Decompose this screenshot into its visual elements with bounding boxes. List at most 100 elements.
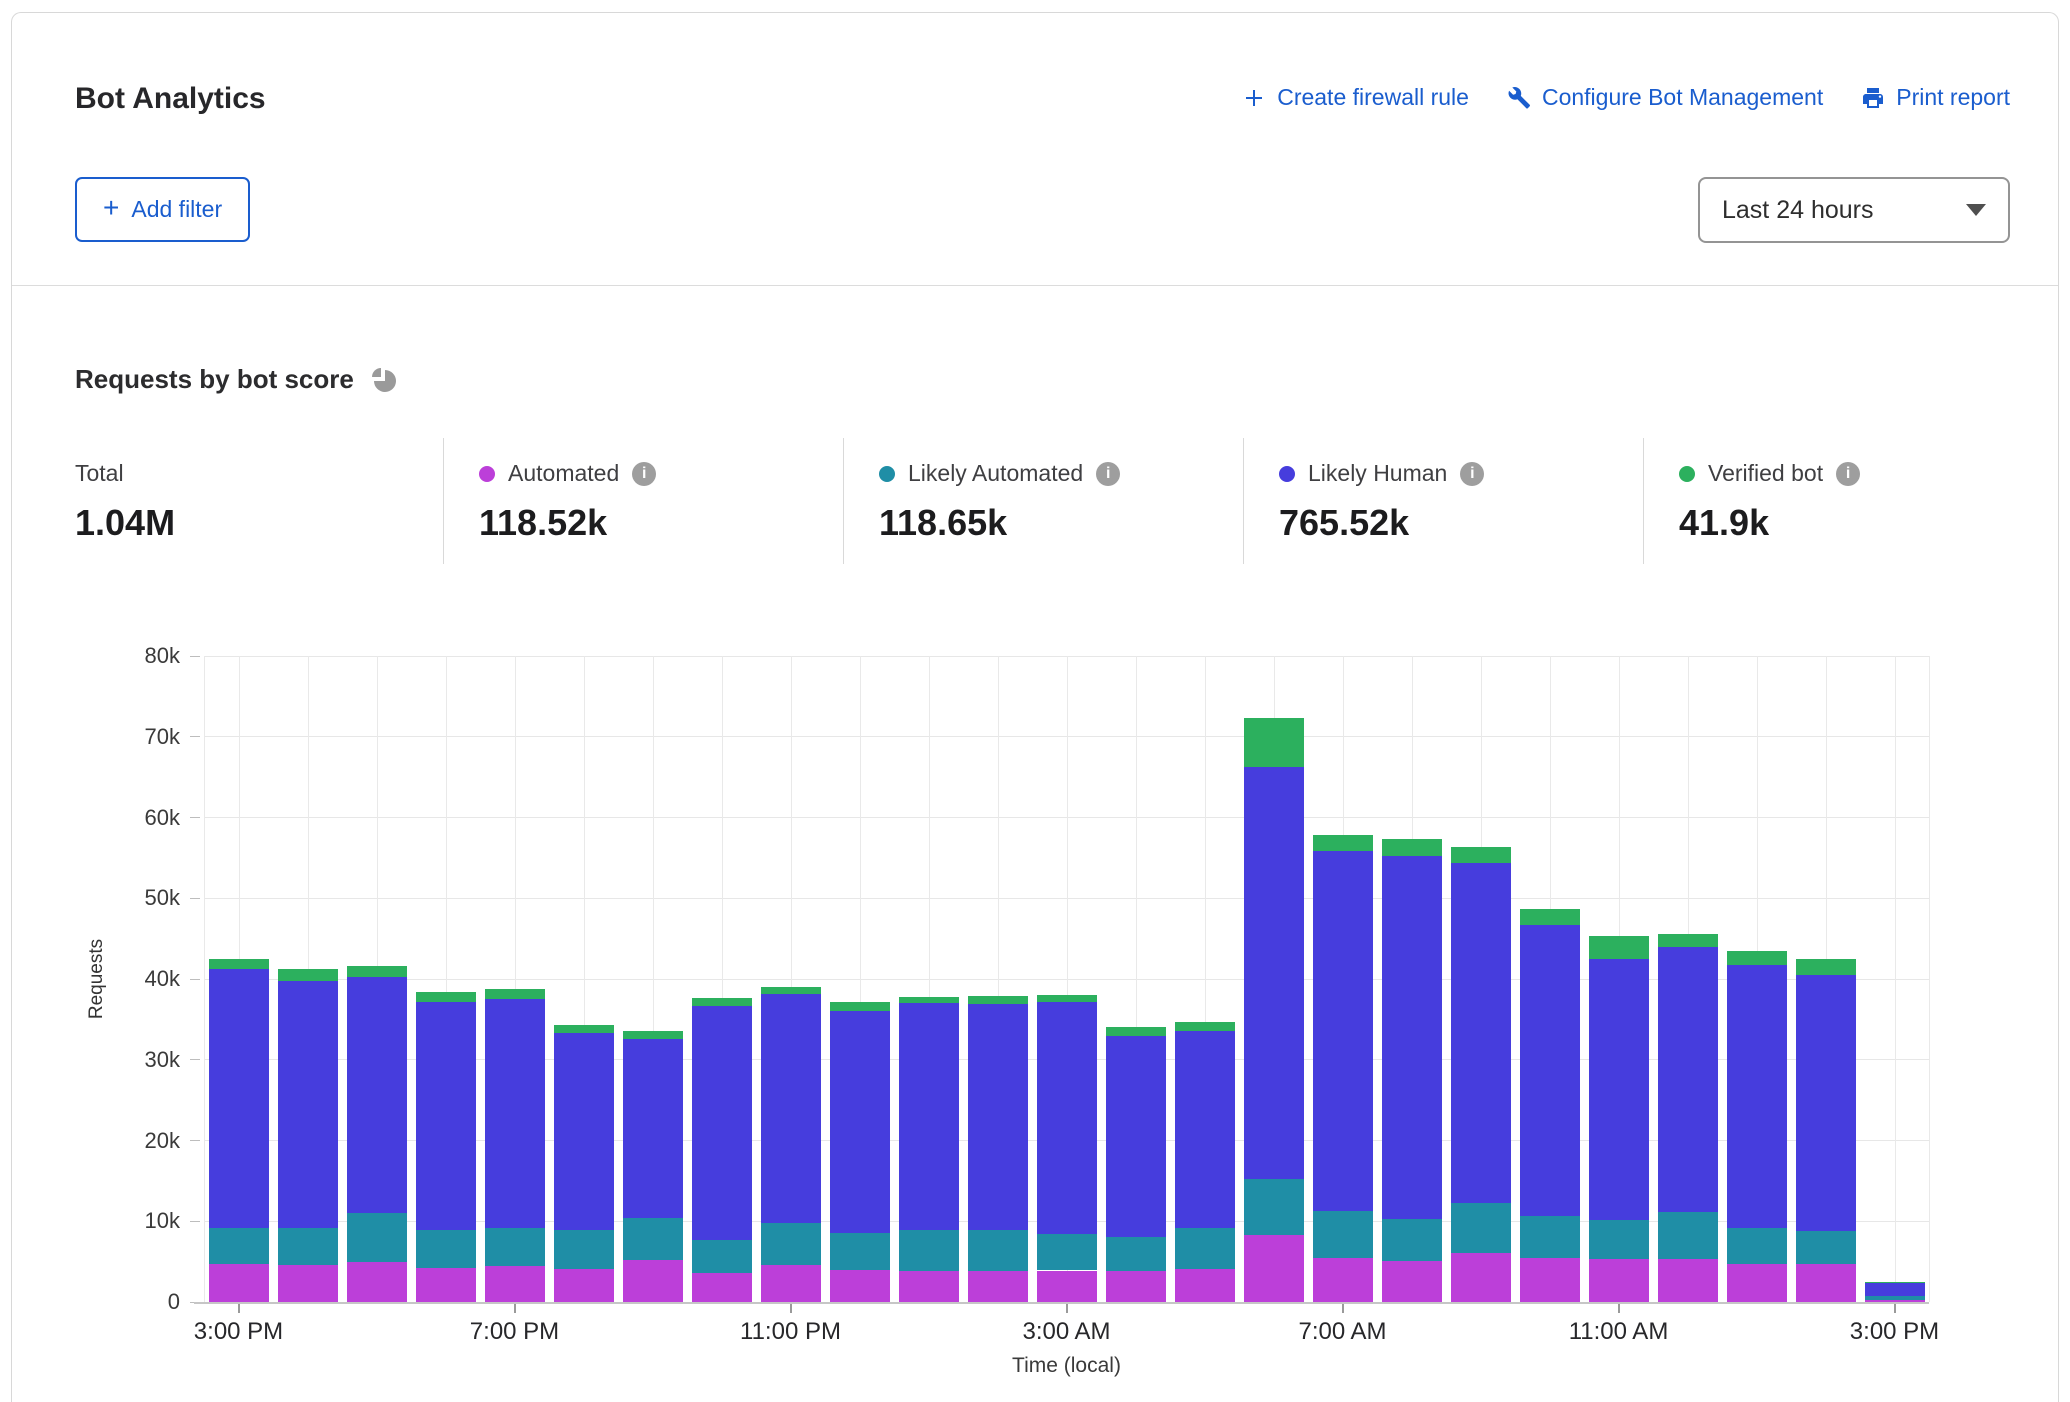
bar-segment-automated[interactable] (1037, 1271, 1097, 1302)
bar-segment-verified-bot[interactable] (209, 959, 269, 969)
bar-segment-likely-human[interactable] (1658, 947, 1718, 1213)
bar-segment-likely-human[interactable] (554, 1033, 614, 1230)
bar-segment-likely-automated[interactable] (1589, 1220, 1649, 1259)
bar-segment-automated[interactable] (1313, 1258, 1373, 1302)
bar-segment-verified-bot[interactable] (1865, 1282, 1925, 1283)
bar-segment-likely-automated[interactable] (209, 1228, 269, 1264)
bar-segment-automated[interactable] (1520, 1258, 1580, 1302)
bar-segment-verified-bot[interactable] (1106, 1027, 1166, 1037)
bar-segment-likely-human[interactable] (1589, 959, 1649, 1221)
bar-segment-likely-automated[interactable] (761, 1223, 821, 1265)
bar-segment-likely-human[interactable] (416, 1002, 476, 1231)
bar-segment-automated[interactable] (1589, 1259, 1649, 1302)
bar-segment-automated[interactable] (278, 1265, 338, 1302)
bar-segment-likely-automated[interactable] (692, 1240, 752, 1273)
bar-segment-likely-human[interactable] (485, 999, 545, 1228)
bar-segment-likely-human[interactable] (692, 1006, 752, 1239)
bar-segment-automated[interactable] (623, 1260, 683, 1302)
bar-segment-automated[interactable] (1244, 1235, 1304, 1302)
bar-segment-verified-bot[interactable] (968, 996, 1028, 1004)
bar-segment-verified-bot[interactable] (1727, 951, 1787, 966)
bar-segment-likely-automated[interactable] (1796, 1231, 1856, 1264)
bar-segment-likely-automated[interactable] (1244, 1179, 1304, 1235)
bar-segment-likely-human[interactable] (1520, 925, 1580, 1217)
bar-segment-likely-automated[interactable] (347, 1213, 407, 1262)
bar-segment-verified-bot[interactable] (1175, 1022, 1235, 1031)
bar-segment-automated[interactable] (554, 1269, 614, 1302)
bar-segment-verified-bot[interactable] (1658, 934, 1718, 947)
bar-segment-verified-bot[interactable] (554, 1025, 614, 1033)
bar-segment-likely-human[interactable] (899, 1003, 959, 1230)
bar-segment-automated[interactable] (1658, 1259, 1718, 1302)
bar-segment-likely-human[interactable] (1106, 1036, 1166, 1237)
bar-segment-automated[interactable] (1175, 1269, 1235, 1302)
bar-segment-likely-automated[interactable] (554, 1230, 614, 1269)
bar-segment-likely-human[interactable] (623, 1039, 683, 1218)
bar-segment-likely-human[interactable] (1313, 851, 1373, 1210)
bar-segment-likely-human[interactable] (1382, 856, 1442, 1219)
bar-segment-automated[interactable] (347, 1262, 407, 1302)
bar-segment-likely-automated[interactable] (830, 1233, 890, 1270)
bar-segment-likely-automated[interactable] (968, 1230, 1028, 1270)
y-tick-mark (190, 817, 200, 818)
bar-segment-verified-bot[interactable] (1313, 835, 1373, 851)
bar-segment-likely-human[interactable] (968, 1004, 1028, 1230)
bar-segment-automated[interactable] (899, 1271, 959, 1302)
bar-segment-likely-automated[interactable] (1313, 1211, 1373, 1258)
bar-segment-likely-automated[interactable] (1865, 1296, 1925, 1299)
bar-segment-verified-bot[interactable] (347, 966, 407, 977)
bar-segment-verified-bot[interactable] (830, 1002, 890, 1012)
bar-segment-likely-automated[interactable] (1520, 1216, 1580, 1257)
bar-segment-automated[interactable] (1382, 1261, 1442, 1302)
bar-segment-likely-automated[interactable] (1106, 1237, 1166, 1271)
bar-segment-automated[interactable] (209, 1264, 269, 1302)
bar-segment-verified-bot[interactable] (692, 998, 752, 1006)
bar-segment-verified-bot[interactable] (485, 989, 545, 999)
bar-segment-automated[interactable] (761, 1265, 821, 1302)
bar-segment-likely-human[interactable] (1727, 965, 1787, 1227)
bar-segment-verified-bot[interactable] (1520, 909, 1580, 925)
bar-segment-likely-human[interactable] (209, 969, 269, 1228)
bar-segment-verified-bot[interactable] (1589, 936, 1649, 959)
bar-segment-likely-human[interactable] (1796, 975, 1856, 1231)
bar-segment-likely-human[interactable] (761, 994, 821, 1223)
bar-segment-verified-bot[interactable] (761, 987, 821, 993)
bar-segment-automated[interactable] (485, 1266, 545, 1302)
bar-segment-verified-bot[interactable] (899, 997, 959, 1003)
bar-segment-verified-bot[interactable] (278, 969, 338, 980)
bar-segment-verified-bot[interactable] (1382, 839, 1442, 856)
bar-segment-likely-automated[interactable] (899, 1230, 959, 1270)
bar-segment-automated[interactable] (1106, 1271, 1166, 1302)
bar-segment-automated[interactable] (1796, 1264, 1856, 1302)
bar-segment-likely-automated[interactable] (1037, 1234, 1097, 1270)
bar-segment-automated[interactable] (830, 1270, 890, 1302)
bar-segment-likely-automated[interactable] (278, 1228, 338, 1265)
bar-segment-likely-automated[interactable] (1382, 1219, 1442, 1261)
bar-segment-likely-human[interactable] (830, 1011, 890, 1232)
bar-segment-automated[interactable] (1727, 1264, 1787, 1302)
bar-segment-likely-human[interactable] (1865, 1283, 1925, 1297)
bar-segment-likely-automated[interactable] (485, 1228, 545, 1266)
bar-segment-automated[interactable] (692, 1273, 752, 1302)
bar-segment-verified-bot[interactable] (416, 992, 476, 1002)
bar-segment-likely-human[interactable] (347, 977, 407, 1213)
bar-segment-likely-automated[interactable] (1451, 1203, 1511, 1252)
bar-segment-likely-human[interactable] (1244, 767, 1304, 1180)
bar-segment-verified-bot[interactable] (623, 1031, 683, 1038)
bar-segment-likely-human[interactable] (1037, 1002, 1097, 1234)
bar-segment-likely-human[interactable] (1451, 863, 1511, 1204)
bar-segment-verified-bot[interactable] (1244, 718, 1304, 766)
bar-segment-likely-automated[interactable] (1727, 1228, 1787, 1264)
bar-segment-likely-automated[interactable] (416, 1230, 476, 1268)
bar-segment-likely-automated[interactable] (1658, 1212, 1718, 1259)
bar-segment-likely-human[interactable] (278, 981, 338, 1228)
bar-segment-verified-bot[interactable] (1796, 959, 1856, 975)
bar-segment-likely-automated[interactable] (623, 1218, 683, 1260)
bar-segment-automated[interactable] (1451, 1253, 1511, 1302)
bar-segment-likely-human[interactable] (1175, 1031, 1235, 1228)
bar-segment-verified-bot[interactable] (1451, 847, 1511, 863)
bar-segment-automated[interactable] (416, 1268, 476, 1302)
bar-segment-likely-automated[interactable] (1175, 1228, 1235, 1269)
bar-segment-verified-bot[interactable] (1037, 995, 1097, 1002)
bar-segment-automated[interactable] (968, 1271, 1028, 1302)
